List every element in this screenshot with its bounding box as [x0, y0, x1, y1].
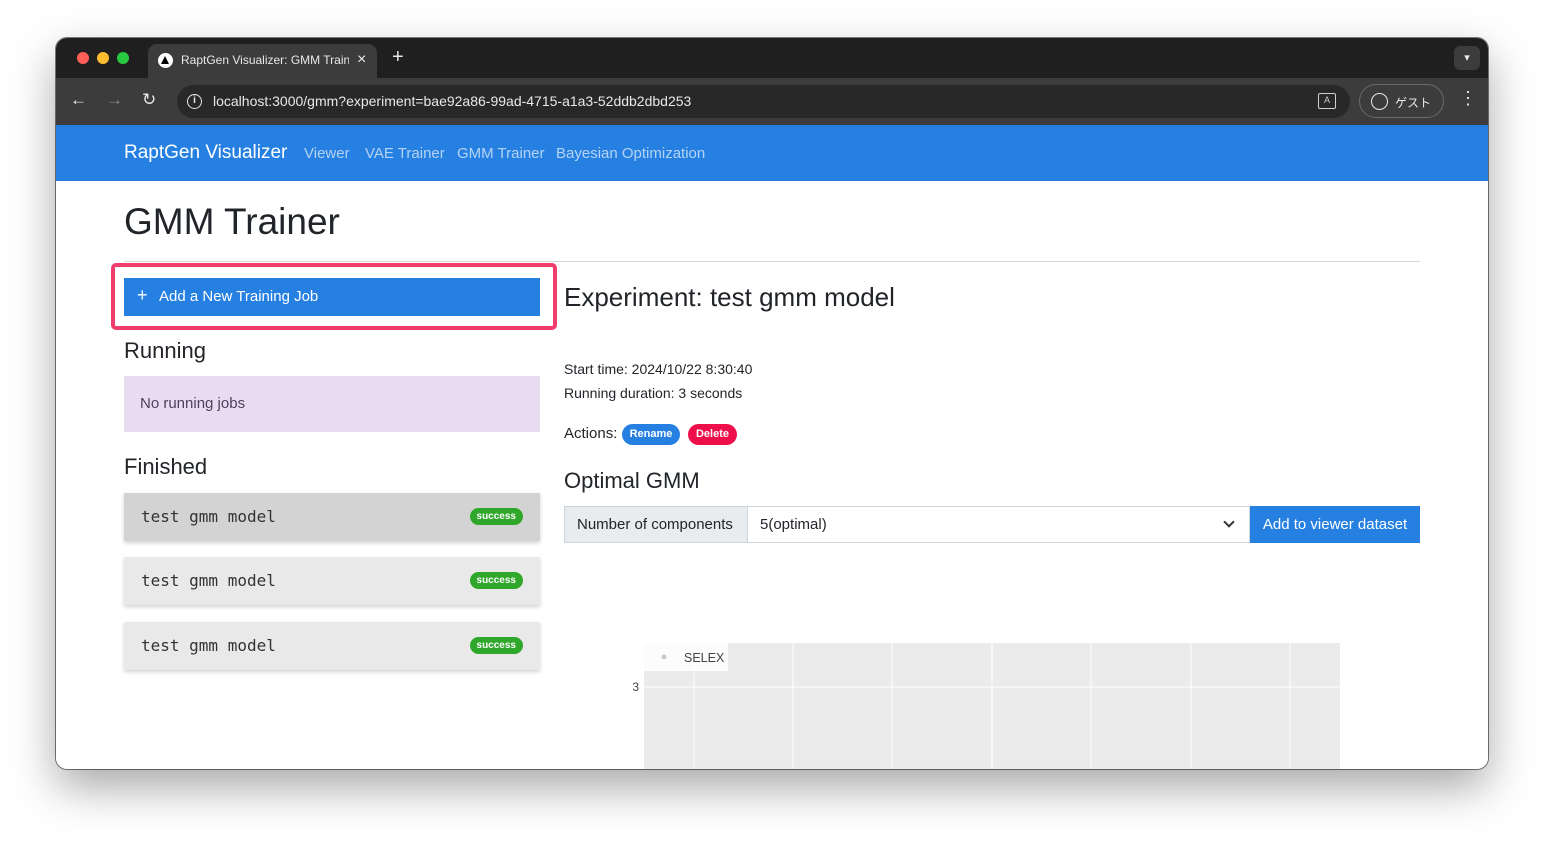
legend-marker — [661, 654, 667, 660]
components-value: 5(optimal) — [760, 516, 827, 533]
new-tab-button[interactable]: + — [392, 46, 404, 69]
job-card[interactable]: test gmm model success — [124, 622, 540, 670]
tab-close-icon[interactable]: × — [357, 51, 366, 69]
nav-link-bayesian-optimization[interactable]: Bayesian Optimization — [556, 145, 705, 162]
job-card[interactable]: test gmm model success — [124, 493, 540, 541]
favicon-icon — [158, 53, 173, 68]
url-text[interactable]: localhost:3000/gmm?experiment=bae92a86-9… — [213, 93, 691, 109]
y-axis-ticks: 32 — [632, 680, 639, 694]
browser-window: RaptGen Visualizer: GMM Trainer × + ▾ ← … — [56, 38, 1488, 769]
y-tick-label: 3 — [632, 680, 639, 694]
finished-heading: Finished — [124, 454, 208, 479]
gmm-scatter-plot[interactable]: 32 SELEX — [596, 605, 1416, 769]
actions-label: Actions: — [564, 425, 618, 442]
components-input-group: Number of components 5(optimal) Add to v… — [564, 506, 1420, 543]
chevron-down-icon — [1223, 516, 1235, 528]
nav-link-vae-trainer[interactable]: VAE Trainer — [365, 145, 445, 162]
tab-bar: RaptGen Visualizer: GMM Trainer × + ▾ — [56, 38, 1488, 78]
web-page: RaptGen Visualizer Viewer VAE Trainer GM… — [56, 125, 1488, 769]
job-name: test gmm model — [141, 507, 276, 526]
address-bar[interactable]: i localhost:3000/gmm?experiment=bae92a86… — [177, 85, 1350, 118]
status-badge: success — [469, 508, 523, 525]
start-time: Start time: 2024/10/22 8:30:40 — [564, 361, 753, 377]
profile-label: ゲスト — [1395, 96, 1432, 110]
add-to-viewer-button[interactable]: Add to viewer dataset — [1250, 506, 1420, 543]
nav-link-viewer[interactable]: Viewer — [304, 145, 350, 162]
no-running-jobs-alert: No running jobs — [124, 376, 540, 432]
divider — [124, 261, 1420, 262]
profile-icon — [1371, 93, 1388, 110]
job-name: test gmm model — [141, 636, 276, 655]
forward-arrow-icon[interactable]: → — [106, 90, 123, 110]
info-icon[interactable]: i — [187, 94, 202, 109]
highlight-box — [111, 263, 557, 330]
reload-icon[interactable]: ↻ — [142, 90, 156, 110]
app-navbar: RaptGen Visualizer Viewer VAE Trainer GM… — [56, 125, 1488, 181]
status-badge: success — [469, 572, 523, 589]
brand-link[interactable]: RaptGen Visualizer — [124, 142, 287, 164]
maximize-window-button[interactable] — [117, 52, 129, 64]
tab-search-button[interactable]: ▾ — [1454, 46, 1480, 70]
components-select[interactable]: 5(optimal) — [747, 506, 1250, 543]
translate-icon[interactable]: A — [1318, 93, 1336, 109]
rename-button[interactable]: Rename — [622, 424, 680, 445]
back-arrow-icon[interactable]: ← — [70, 90, 87, 110]
no-running-jobs-text: No running jobs — [140, 395, 246, 412]
job-card[interactable]: test gmm model success — [124, 557, 540, 605]
optimal-gmm-heading: Optimal GMM — [564, 468, 700, 493]
running-duration: Running duration: 3 seconds — [564, 385, 743, 401]
tab-title: RaptGen Visualizer: GMM Trainer — [181, 53, 349, 67]
page-title: GMM Trainer — [124, 201, 340, 242]
more-icon[interactable]: ⋮ — [1459, 89, 1477, 107]
running-heading: Running — [124, 338, 206, 363]
browser-toolbar: ← → ↻ i localhost:3000/gmm?experiment=ba… — [56, 78, 1488, 125]
components-label: Number of components — [564, 506, 748, 543]
delete-button[interactable]: Delete — [688, 424, 737, 445]
browser-tab[interactable]: RaptGen Visualizer: GMM Trainer × — [148, 44, 377, 78]
nav-link-gmm-trainer[interactable]: GMM Trainer — [457, 145, 545, 162]
job-name: test gmm model — [141, 571, 276, 590]
experiment-title: Experiment: test gmm model — [564, 282, 895, 312]
close-window-button[interactable] — [77, 52, 89, 64]
status-badge: success — [469, 637, 523, 654]
legend-label-selex[interactable]: SELEX — [684, 651, 725, 665]
profile-button[interactable]: ゲスト — [1359, 84, 1444, 118]
minimize-window-button[interactable] — [97, 52, 109, 64]
